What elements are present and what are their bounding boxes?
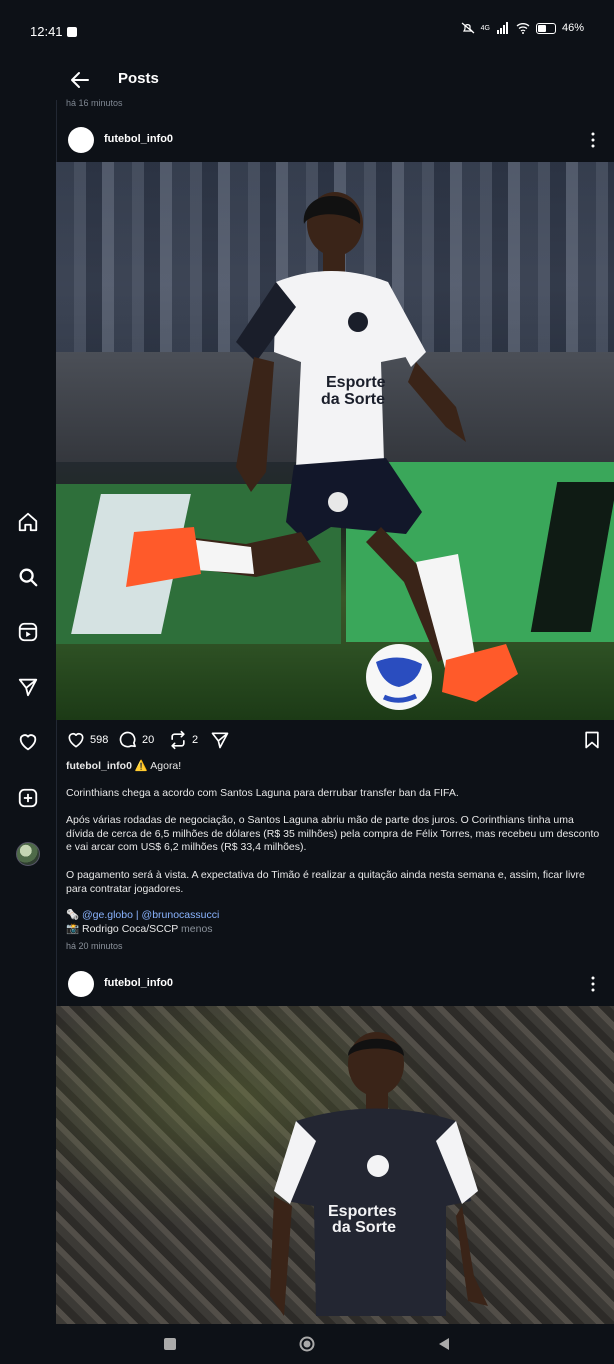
repost-count: 2 — [192, 734, 199, 746]
post-image[interactable]: Esportes da Sorte — [56, 1006, 614, 1324]
caption-username[interactable]: futebol_info0 — [66, 760, 132, 772]
back-nav-icon[interactable] — [436, 1336, 452, 1352]
show-less-link[interactable]: menos — [181, 923, 213, 935]
comment-button[interactable]: 20 — [118, 730, 154, 750]
battery-level: 46% — [561, 22, 584, 34]
player-figure: Esportes da Sorte — [270, 1032, 488, 1316]
profile-avatar[interactable] — [16, 842, 40, 866]
send-icon[interactable] — [16, 675, 40, 699]
comment-count: 20 — [142, 734, 155, 746]
post-username[interactable]: futebol_info0 — [104, 977, 173, 989]
avatar — [16, 842, 40, 866]
repost-button[interactable]: 2 — [168, 730, 198, 750]
post-header: futebol_info0 — [56, 121, 614, 161]
caption-headline: ⚠️ Agora! — [134, 760, 182, 772]
network-label: 4G — [480, 24, 490, 32]
search-icon[interactable] — [16, 565, 40, 589]
ball-graphic — [366, 644, 432, 710]
nav-rail — [0, 60, 57, 1324]
mention-link[interactable]: @ge.globo — [82, 909, 133, 921]
post-avatar[interactable] — [68, 127, 94, 153]
caption-first-line: futebol_info0 ⚠️ Agora! — [66, 760, 604, 774]
post-username[interactable]: futebol_info0 — [104, 133, 173, 145]
post-header: futebol_info0 — [56, 965, 614, 1005]
separator: | — [135, 909, 139, 921]
share-button[interactable] — [210, 730, 230, 750]
wifi-icon — [516, 23, 530, 34]
back-arrow-icon[interactable] — [68, 68, 92, 92]
create-icon[interactable] — [16, 786, 40, 810]
save-icon — [585, 731, 599, 749]
system-nav-bar — [0, 1324, 614, 1364]
recents-icon[interactable] — [162, 1336, 178, 1352]
post-image[interactable]: Esporte da Sorte — [56, 162, 614, 720]
more-options-icon[interactable] — [584, 131, 602, 149]
post-avatar[interactable] — [68, 971, 94, 997]
post-time: há 20 minutos — [66, 941, 123, 951]
svg-text:Esporte: Esporte — [326, 374, 386, 391]
player-figure: Esporte da Sorte — [126, 192, 518, 702]
top-bar: Posts — [56, 60, 614, 100]
home-nav-icon[interactable] — [299, 1336, 315, 1352]
svg-text:da Sorte: da Sorte — [321, 391, 385, 408]
caption-sources: 🗞️ @ge.globo | @brunocassucci — [66, 909, 604, 923]
status-time: 12:41 — [30, 24, 77, 39]
reels-icon[interactable] — [16, 620, 40, 644]
notification-icon — [66, 27, 77, 37]
caption-photo-credit: 📸 Rodrigo Coca/SCCP menos — [66, 923, 604, 937]
comment-icon — [119, 731, 136, 748]
previous-post-time: há 16 minutos — [66, 98, 123, 108]
heart-icon[interactable] — [16, 730, 40, 754]
repost-icon — [171, 730, 185, 750]
mute-icon — [461, 22, 475, 34]
share-icon — [211, 732, 229, 749]
svg-text:Esportes: Esportes — [328, 1203, 397, 1220]
photo-credit: Rodrigo Coca/SCCP — [82, 923, 179, 935]
newspaper-icon: 🗞️ — [66, 909, 80, 921]
svg-text:da Sorte: da Sorte — [332, 1219, 396, 1236]
page-title: Posts — [118, 70, 159, 87]
status-icons: 4G 46% — [461, 22, 584, 34]
camera-icon: 📸 — [66, 923, 80, 935]
caption-paragraph-1: Corinthians chega a acordo com Santos La… — [66, 787, 459, 799]
status-bar: 12:41 4G 46% — [0, 0, 614, 60]
home-icon[interactable] — [16, 510, 40, 534]
like-count: 598 — [90, 734, 109, 746]
more-options-icon[interactable] — [584, 975, 602, 993]
like-icon — [68, 732, 84, 748]
like-button[interactable]: 598 — [66, 730, 108, 750]
battery-icon — [535, 22, 556, 34]
save-button[interactable] — [582, 730, 602, 750]
caption-paragraph-3: O pagamento será à vista. A expectativa … — [66, 869, 585, 895]
mention-link[interactable]: @brunocassucci — [142, 909, 220, 921]
post-actions: 598 20 2 — [56, 724, 614, 756]
signal-icon — [496, 22, 508, 34]
caption-paragraph-2: Após várias rodadas de negociação, o San… — [66, 814, 600, 853]
